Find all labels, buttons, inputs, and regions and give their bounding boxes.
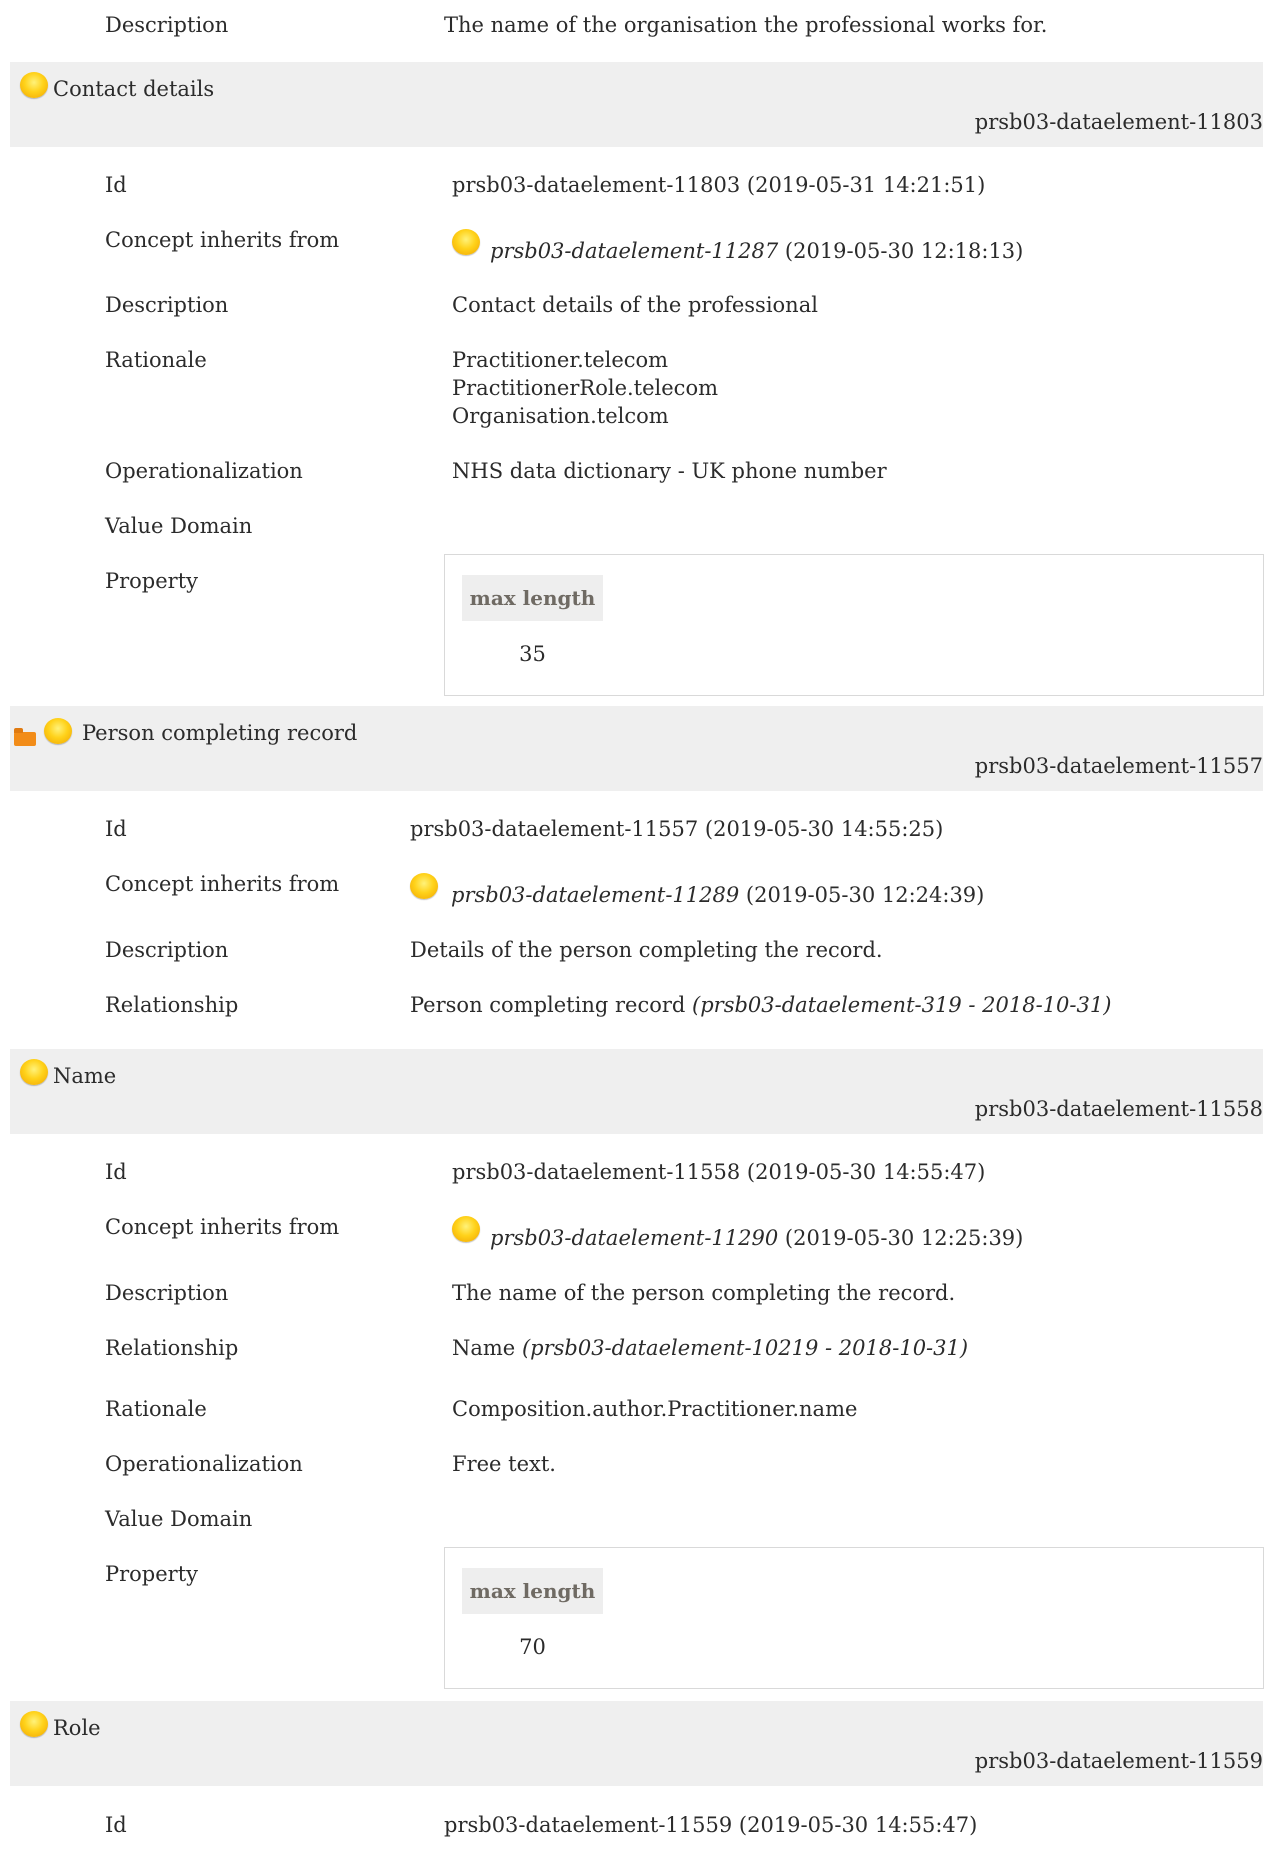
property-header-max-length: max length [462, 1568, 603, 1614]
row-value-operationalization: NHS data dictionary - UK phone number [452, 459, 887, 483]
row-label-value-domain: Value Domain [105, 514, 253, 538]
row-value-description: The name of the person completing the re… [452, 1281, 956, 1305]
concept-code: prsb03-dataelement-11558 [974, 1097, 1263, 1121]
row-value-description: The name of the organisation the profess… [444, 13, 1048, 37]
row-label-description: Description [105, 1281, 229, 1305]
row-value-description: Contact details of the professional [452, 293, 818, 317]
folder-open-icon[interactable] [14, 728, 36, 746]
row-value-id: prsb03-dataelement-11559 (2019-05-30 14:… [444, 1813, 978, 1837]
concept-header-name[interactable]: Name prsb03-dataelement-11558 [10, 1049, 1263, 1134]
concept-header-person-completing-record[interactable]: Person completing record prsb03-dataelem… [10, 706, 1263, 791]
row-value-rationale: Composition.author.Practitioner.name [452, 1397, 858, 1421]
row-value-relationship: Name (prsb03-dataelement-10219 - 2018-10… [452, 1335, 968, 1361]
inherit-status-icon [410, 873, 438, 899]
row-value-inherits: prsb03-dataelement-11290 (2019-05-30 12:… [490, 1225, 1023, 1251]
concept-title: Person completing record [82, 721, 358, 745]
property-table: max length 70 [444, 1547, 1264, 1689]
concept-code: prsb03-dataelement-11803 [974, 110, 1263, 134]
row-label-inherits: Concept inherits from [105, 1215, 340, 1239]
row-label-rationale: Rationale [105, 1397, 207, 1421]
inherit-link[interactable]: prsb03-dataelement-11289 [451, 883, 739, 907]
concept-header-contact-details[interactable]: Contact details prsb03-dataelement-11803 [10, 62, 1263, 147]
inherit-date: (2019-05-30 12:18:13) [784, 239, 1024, 263]
row-label-id: Id [105, 1813, 127, 1837]
row-value-rationale-1: Practitioner.telecom [452, 348, 669, 372]
concept-title: Role [53, 1716, 101, 1740]
concept-title: Name [53, 1064, 117, 1088]
concept-status-icon [20, 1711, 48, 1737]
row-label-operationalization: Operationalization [105, 459, 303, 483]
row-label-property: Property [105, 1562, 199, 1586]
row-label-operationalization: Operationalization [105, 1452, 303, 1476]
row-label-value-domain: Value Domain [105, 1507, 253, 1531]
row-value-id: prsb03-dataelement-11558 (2019-05-30 14:… [452, 1160, 986, 1184]
row-value-operationalization: Free text. [452, 1452, 556, 1476]
row-label-description: Description [105, 13, 229, 37]
concept-status-icon [44, 718, 72, 744]
row-label-id: Id [105, 1160, 127, 1184]
concept-status-icon [20, 1059, 48, 1085]
relationship-ref: (prsb03-dataelement-10219 - 2018-10-31) [521, 1336, 969, 1360]
row-value-description: Details of the person completing the rec… [410, 938, 883, 962]
relationship-text: Name [452, 1336, 516, 1360]
inherit-link[interactable]: prsb03-dataelement-11287 [490, 239, 778, 263]
row-label-inherits: Concept inherits from [105, 872, 340, 896]
concept-code: prsb03-dataelement-11559 [974, 1749, 1263, 1773]
concept-status-icon [20, 72, 48, 98]
row-value-inherits: prsb03-dataelement-11289 (2019-05-30 12:… [451, 882, 984, 908]
row-label-inherits: Concept inherits from [105, 228, 340, 252]
row-label-id: Id [105, 173, 127, 197]
row-label-relationship: Relationship [105, 1336, 239, 1360]
row-value-rationale-2: PractitionerRole.telecom [452, 376, 718, 400]
inherit-status-icon [452, 1216, 480, 1242]
inherit-status-icon [452, 229, 480, 255]
row-label-relationship: Relationship [105, 993, 239, 1017]
inherit-date: (2019-05-30 12:24:39) [745, 883, 985, 907]
row-value-id: prsb03-dataelement-11557 (2019-05-30 14:… [410, 817, 944, 841]
row-value-relationship: Person completing record (prsb03-dataele… [410, 992, 1111, 1018]
property-table: max length 35 [444, 554, 1264, 696]
row-label-description: Description [105, 293, 229, 317]
property-value-max-length: 35 [519, 642, 546, 666]
row-label-id: Id [105, 817, 127, 841]
row-label-description: Description [105, 938, 229, 962]
concept-header-role[interactable]: Role prsb03-dataelement-11559 [10, 1701, 1263, 1786]
concept-title: Contact details [53, 77, 215, 101]
row-label-property: Property [105, 569, 199, 593]
row-value-rationale-3: Organisation.telcom [452, 404, 669, 428]
inherit-link[interactable]: prsb03-dataelement-11290 [490, 1226, 778, 1250]
concept-code: prsb03-dataelement-11557 [974, 754, 1263, 778]
row-value-id: prsb03-dataelement-11803 (2019-05-31 14:… [452, 173, 986, 197]
relationship-text: Person completing record [410, 993, 686, 1017]
inherit-date: (2019-05-30 12:25:39) [784, 1226, 1024, 1250]
relationship-ref: (prsb03-dataelement-319 - 2018-10-31) [692, 993, 1112, 1017]
row-value-inherits: prsb03-dataelement-11287 (2019-05-30 12:… [490, 238, 1023, 264]
row-label-rationale: Rationale [105, 348, 207, 372]
property-value-max-length: 70 [519, 1635, 546, 1659]
property-header-max-length: max length [462, 575, 603, 621]
